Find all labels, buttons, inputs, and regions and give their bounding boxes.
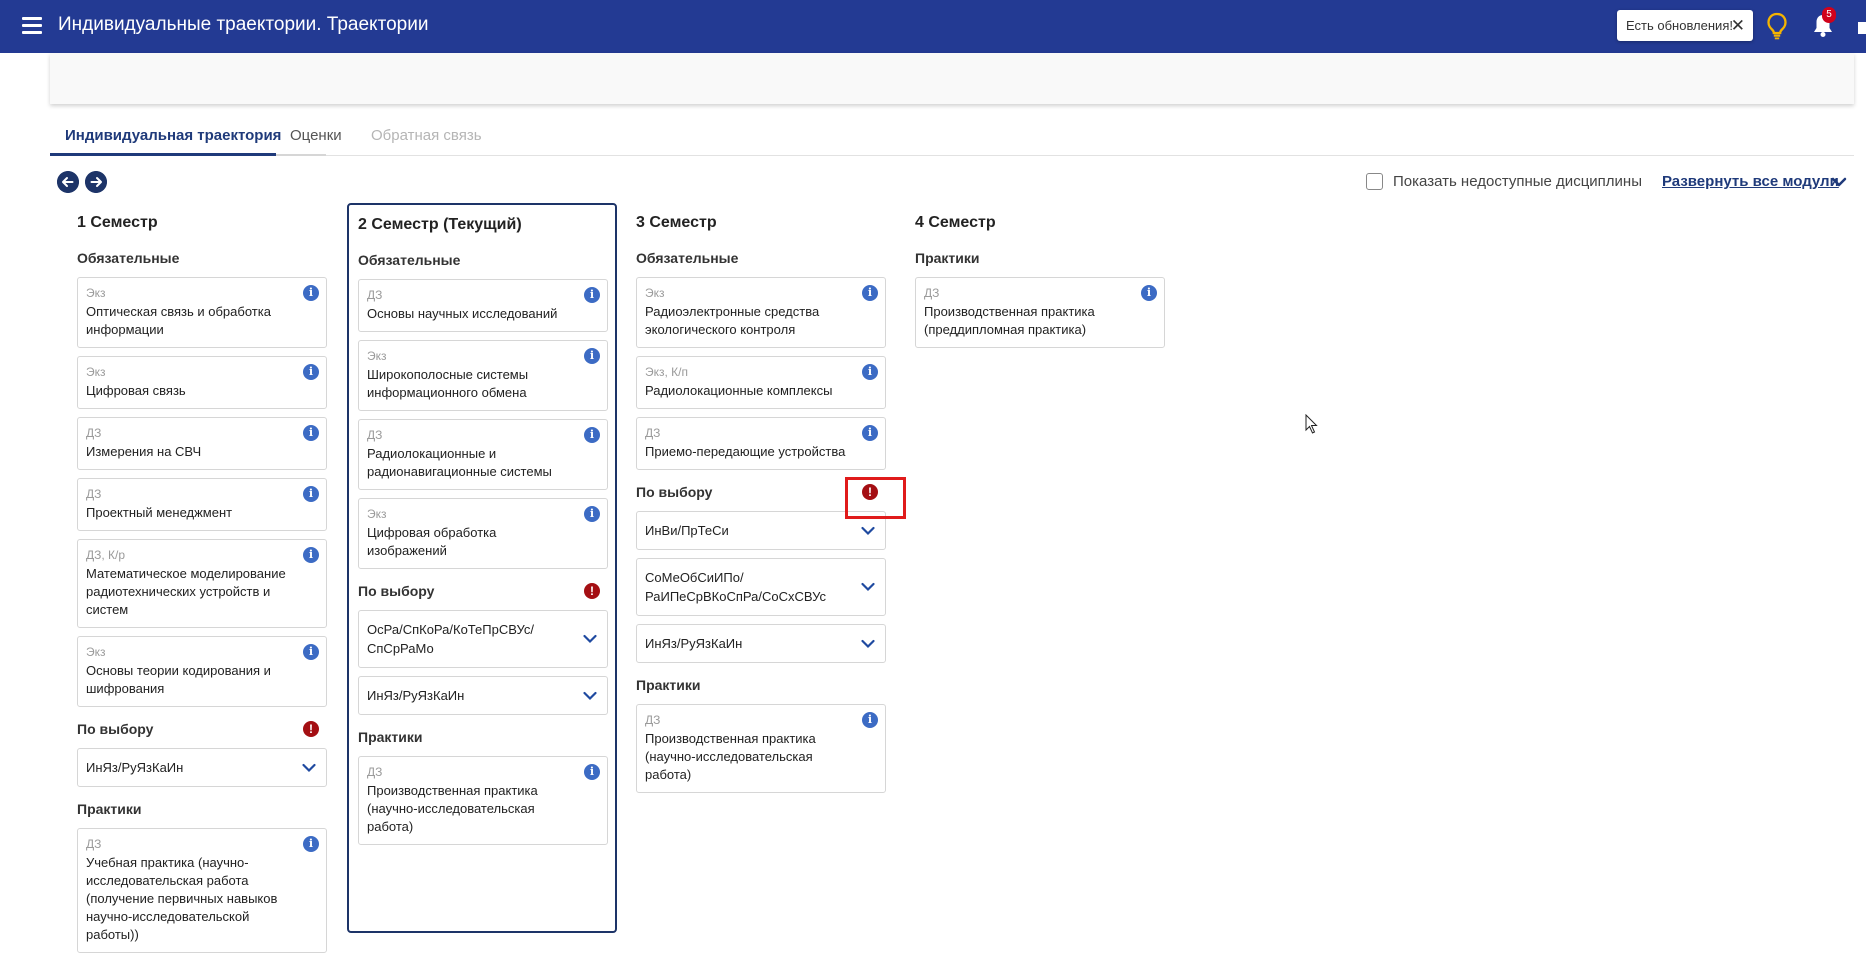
discipline-card[interactable]: ДЗ Производственная практика (научно-иссл… <box>636 704 886 793</box>
menu-icon[interactable] <box>22 17 42 35</box>
info-icon[interactable]: i <box>584 287 600 303</box>
chevron-down-icon <box>861 639 875 648</box>
expand-all-link[interactable]: Развернуть все модули <box>1662 173 1839 190</box>
discipline-card[interactable]: Экз Цифровая обработка изображений i <box>358 498 608 569</box>
page-title: Индивидуальные траектории. Траектории <box>58 14 429 35</box>
info-icon[interactable]: i <box>584 506 600 522</box>
tab-underline <box>50 153 276 156</box>
info-icon[interactable]: i <box>584 764 600 780</box>
discipline-card[interactable]: ДЗ, К/р Математическое моделирование ради… <box>77 539 327 628</box>
chevron-down-icon <box>583 634 597 644</box>
group-title-practice: Практики <box>77 801 142 817</box>
warning-icon: ! <box>584 583 600 599</box>
discipline-card[interactable]: ДЗ Проектный менеджмент i <box>77 478 327 531</box>
tab-feedback: Обратная связь <box>371 127 482 144</box>
update-notification-text: Есть обновления! <box>1626 18 1733 33</box>
info-icon[interactable]: i <box>303 547 319 563</box>
highlight-box <box>845 477 906 519</box>
group-title-practice: Практики <box>636 677 701 693</box>
group-title-practice: Практики <box>358 729 423 745</box>
close-icon[interactable]: ✕ <box>1731 16 1745 36</box>
discipline-card[interactable]: Экз Радиоэлектронные средства экологическ… <box>636 277 886 348</box>
discipline-card[interactable]: Экз Цифровая связь i <box>77 356 327 409</box>
info-icon[interactable]: i <box>1141 285 1157 301</box>
avatar[interactable] <box>1858 22 1866 34</box>
semester-title: 2 Семестр (Текущий) <box>358 216 522 233</box>
info-icon[interactable]: i <box>303 836 319 852</box>
discipline-card[interactable]: ДЗ Производственная практика (преддипломн… <box>915 277 1165 348</box>
header-panel <box>50 53 1854 104</box>
elective-select[interactable]: ИнЯз/РуЯзКаИн <box>358 676 608 715</box>
info-icon[interactable]: i <box>862 364 878 380</box>
tab-individual-trajectory[interactable]: Индивидуальная траектория <box>65 127 281 144</box>
info-icon[interactable]: i <box>584 427 600 443</box>
semester-2-column: 2 Семестр (Текущий) Обязательные ДЗ Основ… <box>358 216 608 853</box>
discipline-card[interactable]: ДЗ Приемо-передающие устройства i <box>636 417 886 470</box>
update-notification[interactable]: Есть обновления! ✕ <box>1617 10 1753 41</box>
info-icon[interactable]: i <box>303 285 319 301</box>
group-title-required: Обязательные <box>636 250 739 266</box>
info-icon[interactable]: i <box>862 712 878 728</box>
discipline-card[interactable]: Экз Широкополосные системы информационног… <box>358 340 608 411</box>
chevron-down-icon <box>583 691 597 700</box>
group-title-required: Обязательные <box>358 252 461 268</box>
group-title-elective: По выбору! <box>358 583 608 601</box>
show-unavailable-checkbox[interactable] <box>1366 173 1383 190</box>
semester-4-column: 4 Семестр Практики ДЗ Производственная пр… <box>915 214 1165 356</box>
elective-select[interactable]: СоМеОбСиИПо/РаИПеСрВКоСпРа/СоСхСВУс <box>636 558 886 616</box>
info-icon[interactable]: i <box>584 348 600 364</box>
tab-bar: Индивидуальная траектория Оценки Обратна… <box>50 120 1854 156</box>
elective-select[interactable]: ОсРа/СпКоРа/КоТеПрСВУс/СпСрРаМо <box>358 610 608 668</box>
discipline-card[interactable]: Экз Основы теории кодирования и шифровани… <box>77 636 327 707</box>
elective-select[interactable]: ИнЯз/РуЯзКаИн <box>77 748 327 787</box>
discipline-card[interactable]: ДЗ Радиолокационные и радионавигационные … <box>358 419 608 490</box>
chevron-down-icon <box>302 763 316 772</box>
info-icon[interactable]: i <box>303 486 319 502</box>
discipline-card[interactable]: Экз, К/п Радиолокационные комплексы i <box>636 356 886 409</box>
top-bar: Индивидуальные траектории. Траектории Ес… <box>0 0 1866 53</box>
group-title-practice: Практики <box>915 250 980 266</box>
tab-divider <box>276 154 326 156</box>
semester-1-column: 1 Семестр Обязательные Экз Оптическая свя… <box>77 214 327 961</box>
arrow-left-icon[interactable] <box>57 171 79 193</box>
tab-grades[interactable]: Оценки <box>290 127 342 144</box>
elective-select[interactable]: ИнЯз/РуЯзКаИн <box>636 624 886 663</box>
info-icon[interactable]: i <box>303 364 319 380</box>
chevron-down-icon <box>861 526 875 535</box>
info-icon[interactable]: i <box>862 425 878 441</box>
info-icon[interactable]: i <box>303 425 319 441</box>
show-unavailable-label: Показать недоступные дисциплины <box>1393 173 1642 190</box>
group-title-elective: По выбору! <box>77 721 327 739</box>
info-icon[interactable]: i <box>862 285 878 301</box>
warning-icon: ! <box>303 721 319 737</box>
discipline-card[interactable]: Экз Оптическая связь и обработка информац… <box>77 277 327 348</box>
group-title-required: Обязательные <box>77 250 180 266</box>
show-unavailable-toggle[interactable]: Показать недоступные дисциплины <box>1366 173 1642 190</box>
cursor-icon <box>1305 414 1318 434</box>
lightbulb-icon[interactable] <box>1766 12 1788 40</box>
discipline-card[interactable]: ДЗ Учебная практика (научно-исследователь… <box>77 828 327 953</box>
chevron-down-icon <box>861 582 875 592</box>
discipline-card[interactable]: ДЗ Основы научных исследований i <box>358 279 608 332</box>
discipline-card[interactable]: ДЗ Производственная практика (научно-иссл… <box>358 756 608 845</box>
info-icon[interactable]: i <box>303 644 319 660</box>
semester-title: 1 Семестр <box>77 214 158 231</box>
semester-title: 3 Семестр <box>636 214 717 231</box>
semester-title: 4 Семестр <box>915 214 996 231</box>
discipline-card[interactable]: ДЗ Измерения на СВЧ i <box>77 417 327 470</box>
notification-badge: 5 <box>1822 7 1836 23</box>
chevron-down-icon[interactable] <box>1831 176 1847 188</box>
arrow-right-icon[interactable] <box>85 171 107 193</box>
